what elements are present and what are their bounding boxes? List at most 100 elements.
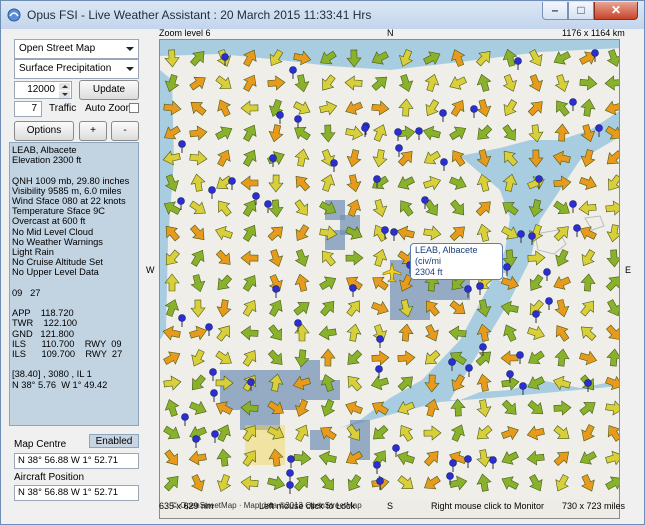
info-line: QNH 1009 mb, 29.80 inches bbox=[12, 175, 130, 186]
info-line: [38.40] , 3080 , IL 1 bbox=[12, 369, 92, 380]
marker-head bbox=[573, 224, 581, 232]
map-centre-label: Map Centre bbox=[14, 439, 67, 450]
marker-head bbox=[446, 472, 454, 480]
traffic-label: Traffic bbox=[49, 103, 77, 114]
marker-head bbox=[208, 186, 216, 194]
map-size-nm: 635 x 629 nm bbox=[159, 501, 214, 511]
marker-head bbox=[514, 57, 522, 65]
map-canvas[interactable] bbox=[160, 40, 620, 500]
marker-head bbox=[591, 49, 599, 57]
spin-up-icon[interactable] bbox=[59, 83, 70, 90]
marker-head bbox=[395, 144, 403, 152]
marker-head bbox=[376, 335, 384, 343]
marker-head bbox=[421, 196, 429, 204]
info-line: 09 27 bbox=[12, 287, 41, 298]
close-button[interactable]: ✕ bbox=[594, 2, 638, 20]
app-icon bbox=[7, 8, 21, 22]
tooltip-elevation: 2304 ft bbox=[415, 267, 443, 277]
marker-head bbox=[349, 284, 357, 292]
marker-head bbox=[543, 268, 551, 276]
info-line: Visibility 9585 m, 6.0 miles bbox=[12, 185, 122, 196]
marker-head bbox=[470, 105, 478, 113]
marker-head bbox=[464, 455, 472, 463]
marker-head bbox=[178, 314, 186, 322]
marker-head bbox=[517, 230, 525, 238]
auto-zoom-label: Auto Zoom bbox=[85, 103, 134, 114]
close-icon: ✕ bbox=[610, 3, 622, 17]
aircraft-position-label: Aircraft Position bbox=[14, 472, 85, 483]
tooltip-title: LEAB, Albacete (civ/mi bbox=[415, 245, 478, 266]
marker-head bbox=[286, 481, 294, 489]
info-line: Overcast at 600 ft bbox=[12, 216, 86, 227]
marker-head bbox=[528, 232, 536, 240]
spin-down-icon[interactable] bbox=[59, 91, 70, 98]
map-source-select[interactable]: Open Street Map bbox=[14, 39, 139, 59]
auto-zoom-checkbox[interactable] bbox=[129, 103, 139, 113]
info-line: No Upper Level Data bbox=[12, 267, 99, 278]
info-line bbox=[12, 359, 136, 369]
map-centre-field[interactable]: N 38° 56.88 W 1° 52.71 bbox=[14, 453, 139, 469]
marker-head bbox=[449, 459, 457, 467]
marker-head bbox=[373, 175, 381, 183]
info-line: TWR 122.100 bbox=[12, 318, 78, 329]
maximize-icon: □ bbox=[577, 3, 585, 17]
north-label: N bbox=[387, 28, 394, 38]
info-line bbox=[12, 278, 136, 288]
enabled-badge[interactable]: Enabled bbox=[89, 434, 139, 448]
marker-head bbox=[519, 382, 527, 390]
map-size-miles: 730 x 723 miles bbox=[562, 501, 626, 511]
traffic-count[interactable]: 7 bbox=[14, 101, 42, 117]
maximize-button[interactable]: □ bbox=[568, 2, 594, 20]
zoom-out-button[interactable]: - bbox=[111, 121, 139, 141]
minimize-button[interactable]: – bbox=[542, 2, 568, 20]
marker-head bbox=[584, 379, 592, 387]
marker-head bbox=[569, 98, 577, 106]
weather-map[interactable]: LEAB, Albacete (civ/mi 2304 ft © OpenStr… bbox=[159, 39, 620, 519]
marker-head bbox=[448, 358, 456, 366]
marker-head bbox=[252, 192, 260, 200]
update-button[interactable]: Update bbox=[79, 80, 139, 100]
marker-head bbox=[569, 200, 577, 208]
map-area: Zoom level 6 N 1176 x 1164 km W E LEAB, … bbox=[146, 25, 640, 519]
marker-head bbox=[330, 159, 338, 167]
marker-head bbox=[479, 343, 487, 351]
zoom-in-button[interactable]: + bbox=[79, 121, 107, 141]
options-button[interactable]: Options bbox=[14, 121, 74, 141]
info-line: No Weather Warnings bbox=[12, 236, 103, 247]
marker-head bbox=[595, 124, 603, 132]
marker-head bbox=[178, 140, 186, 148]
airport-info-panel: LEAB, Albacete Elevation 2300 ft QNH 1009 … bbox=[9, 142, 139, 426]
info-line: N 38° 5.76 W 1° 49.42 bbox=[12, 379, 108, 390]
airport-tooltip: LEAB, Albacete (civ/mi 2304 ft bbox=[410, 243, 503, 280]
marker-head bbox=[210, 389, 218, 397]
app-window: Opus FSI - Live Weather Assistant : 20 M… bbox=[0, 0, 645, 525]
marker-head bbox=[211, 430, 219, 438]
caption-buttons: – □ ✕ bbox=[542, 2, 638, 21]
info-line: ILS 110.700 RWY 09 bbox=[12, 338, 122, 349]
left-click-hint: Left mouse click to Lock bbox=[259, 501, 356, 511]
marker-head bbox=[221, 53, 229, 61]
marker-head bbox=[506, 370, 514, 378]
layer-value: Surface Precipitation bbox=[19, 63, 112, 74]
marker-head bbox=[439, 109, 447, 117]
zoom-level-label: Zoom level 6 bbox=[159, 28, 211, 38]
marker-head bbox=[489, 456, 497, 464]
marker-head bbox=[440, 158, 448, 166]
east-label: E bbox=[625, 265, 632, 275]
minimize-icon: – bbox=[551, 3, 559, 17]
marker-head bbox=[373, 461, 381, 469]
marker-head bbox=[392, 444, 400, 452]
marker-head bbox=[516, 351, 524, 359]
info-line bbox=[12, 298, 136, 308]
marker-head bbox=[209, 368, 217, 376]
marker-head bbox=[376, 477, 384, 485]
south-label: S bbox=[387, 501, 394, 511]
right-click-hint: Right mouse click to Monitor bbox=[431, 501, 545, 511]
marker-head bbox=[361, 124, 369, 132]
marker-head bbox=[181, 413, 189, 421]
layer-select[interactable]: Surface Precipitation bbox=[14, 59, 139, 79]
aircraft-position-field[interactable]: N 38° 56.88 W 1° 52.71 bbox=[14, 485, 139, 501]
altitude-stepper[interactable]: 12000 bbox=[14, 81, 72, 99]
marker-head bbox=[294, 319, 302, 327]
marker-head bbox=[269, 154, 277, 162]
